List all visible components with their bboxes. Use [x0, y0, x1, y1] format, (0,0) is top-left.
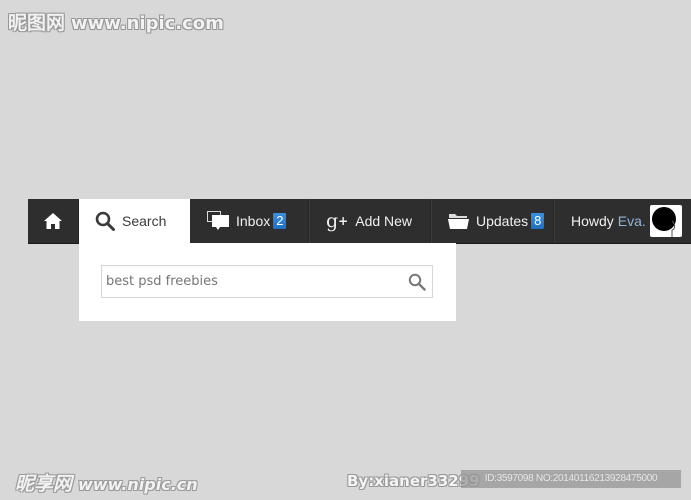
- nav-updates-label: Updates: [476, 213, 529, 229]
- watermark-top-url: www.nipic.com: [71, 13, 224, 34]
- nav-add-new-label: Add New: [355, 213, 413, 229]
- inbox-count-badge: 2: [273, 213, 287, 229]
- user-name[interactable]: Eva.: [618, 213, 646, 229]
- top-navbar: Search Inbox 2 g + Add New Updates 8 Howd…: [28, 199, 691, 244]
- home-icon: [44, 213, 62, 229]
- search-input[interactable]: [106, 266, 396, 297]
- watermark-bottom: 昵享网 www.nipic.cn: [15, 469, 198, 496]
- updates-count-badge: 8: [531, 213, 545, 229]
- nav-user-menu[interactable]: Howdy Eva.: [554, 199, 691, 243]
- nav-search-tab[interactable]: Search: [79, 199, 190, 243]
- search-submit-button[interactable]: [406, 271, 428, 293]
- howdy-greeting: Howdy: [571, 213, 614, 229]
- search-icon: [408, 273, 426, 291]
- watermark-top-logo: 昵图网: [8, 12, 66, 34]
- nav-add-new[interactable]: g + Add New: [309, 199, 431, 243]
- search-dropdown-panel: [79, 243, 456, 321]
- nav-search-label: Search: [122, 213, 167, 229]
- nav-updates[interactable]: Updates 8: [431, 199, 554, 243]
- chat-bubbles-icon: [207, 211, 229, 231]
- google-plus-icon: g +: [326, 209, 349, 232]
- watermark-id: ID:3597098 NO:20140116213928475000: [461, 470, 681, 488]
- watermark-author: By:xianer33299: [347, 472, 480, 490]
- search-field-wrapper: [101, 265, 433, 298]
- watermark-top: 昵图网 www.nipic.com: [8, 8, 224, 35]
- nav-inbox-label: Inbox: [236, 213, 271, 229]
- folder-icon: [448, 213, 469, 229]
- watermark-bottom-url: www.nipic.cn: [78, 475, 198, 494]
- watermark-bottom-logo: 昵享网: [15, 473, 73, 495]
- search-icon: [95, 211, 115, 231]
- nav-inbox[interactable]: Inbox 2: [190, 199, 309, 243]
- user-avatar[interactable]: [649, 205, 682, 237]
- nav-home[interactable]: [28, 199, 79, 243]
